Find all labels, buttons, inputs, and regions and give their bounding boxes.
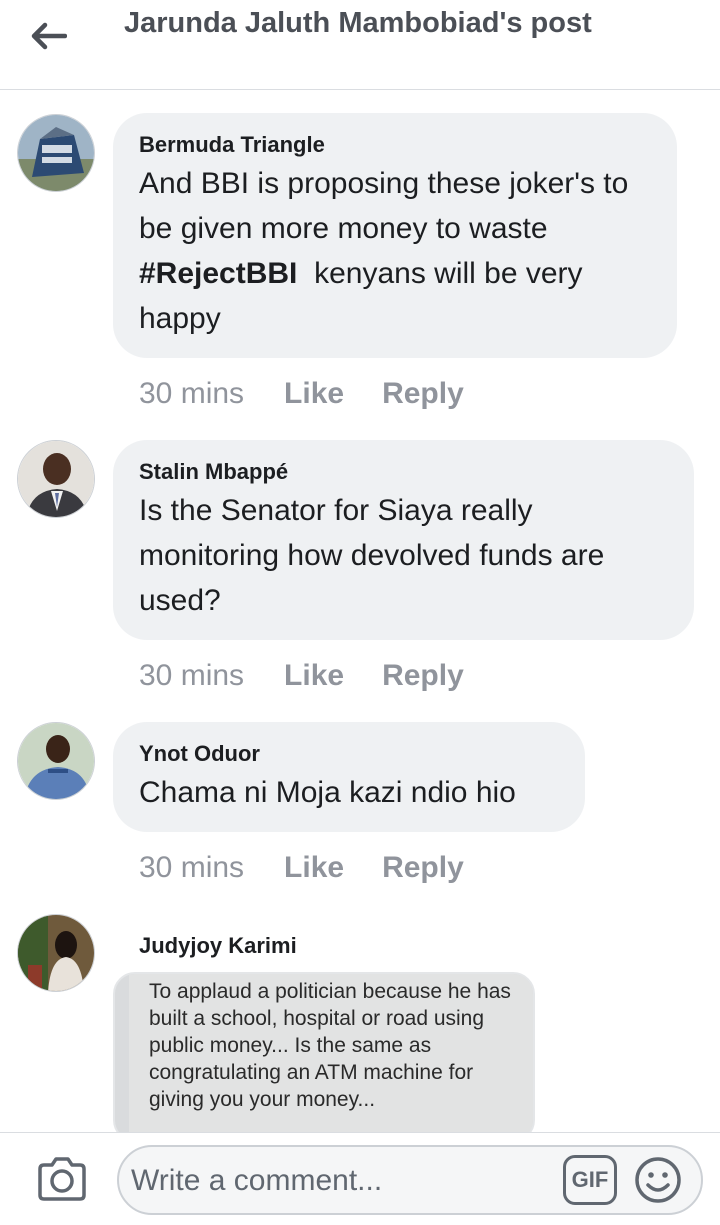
comment-text: Chama ni Moja kazi ndio hio xyxy=(139,776,516,809)
page-title: Jarunda Jaluth Mambobiad's post xyxy=(124,7,592,39)
comment-actions: 30 mins Like Reply xyxy=(139,658,464,694)
attachment-line: built a school, hospital or road using xyxy=(149,1007,485,1030)
hashtag-link[interactable]: #RejectBBI xyxy=(139,257,297,290)
comment-timestamp: 30 mins xyxy=(139,377,245,410)
avatar[interactable] xyxy=(17,914,95,992)
reply-button[interactable]: Reply xyxy=(382,376,464,412)
camera-button[interactable] xyxy=(36,1155,88,1203)
emoji-button[interactable] xyxy=(633,1155,683,1205)
comment-author[interactable]: Stalin Mbappé xyxy=(139,456,668,488)
comment-composer: GIF xyxy=(0,1132,720,1225)
reply-button[interactable]: Reply xyxy=(382,850,464,886)
comment-bubble: Bermuda Triangle And BBI is proposing th… xyxy=(113,113,677,358)
smiley-icon xyxy=(635,1157,681,1203)
top-bar: Jarunda Jaluth Mambobiad's post xyxy=(0,0,720,90)
comment-author[interactable]: Bermuda Triangle xyxy=(139,129,651,161)
comment-text: Is the Senator for Siaya really monitori… xyxy=(139,494,605,617)
attachment-text-image: To applaud a politician because he has b… xyxy=(129,974,533,1140)
comment-bubble: Ynot Oduor Chama ni Moja kazi ndio hio xyxy=(113,722,585,832)
comment-actions: 30 mins Like Reply xyxy=(139,376,464,412)
comment-timestamp: 30 mins xyxy=(139,851,245,884)
like-button[interactable]: Like xyxy=(284,376,344,412)
comment-input-box[interactable]: GIF xyxy=(117,1145,703,1215)
comment-author[interactable]: Ynot Oduor xyxy=(139,738,559,770)
camera-icon xyxy=(38,1157,86,1201)
comment-text: And BBI is proposing these joker's to be… xyxy=(139,161,651,341)
avatar[interactable] xyxy=(17,722,95,800)
gif-button[interactable]: GIF xyxy=(563,1155,617,1205)
comment-bubble: Stalin Mbappé Is the Senator for Siaya r… xyxy=(113,440,694,640)
attachment-line: To applaud a politician because he has xyxy=(149,980,511,1003)
attachment-line: congratulating an ATM machine for xyxy=(149,1061,474,1084)
reply-button[interactable]: Reply xyxy=(382,658,464,694)
comment-text-part: And BBI is proposing these joker's to be… xyxy=(139,167,629,245)
back-button[interactable] xyxy=(26,18,70,54)
like-button[interactable]: Like xyxy=(284,850,344,886)
comment-input[interactable] xyxy=(131,1157,551,1205)
attachment-line: public money... Is the same as xyxy=(149,1034,432,1057)
like-button[interactable]: Like xyxy=(284,658,344,694)
avatar[interactable] xyxy=(17,440,95,518)
comment-image-attachment[interactable]: To applaud a politician because he has b… xyxy=(113,972,535,1142)
arrow-left-icon xyxy=(31,22,67,50)
comment-timestamp: 30 mins xyxy=(139,659,245,692)
avatar[interactable] xyxy=(17,114,95,192)
comment-author[interactable]: Judyjoy Karimi xyxy=(139,930,297,962)
comment-actions: 30 mins Like Reply xyxy=(139,850,464,886)
attachment-line: giving you your money... xyxy=(149,1088,376,1111)
